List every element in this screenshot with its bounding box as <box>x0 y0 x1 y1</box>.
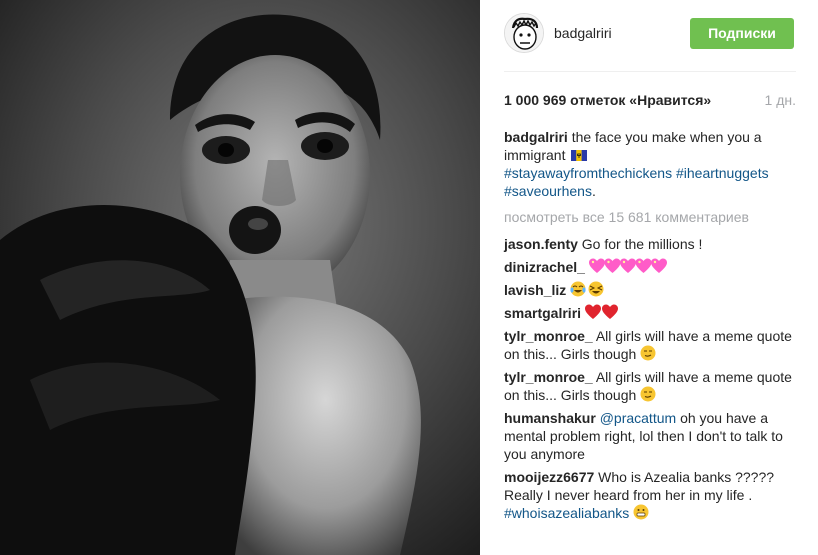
comment-item: lavish_liz <box>504 281 796 299</box>
post-photo-image <box>0 0 480 555</box>
red-heart-icon <box>584 304 618 319</box>
comment-text: Go for the millions ! <box>581 236 703 252</box>
comment-item: tylr_monroe_ All girls will have a meme … <box>504 327 796 363</box>
comment-item: tylr_monroe_ All girls will have a meme … <box>504 368 796 404</box>
comment-username[interactable]: jason.fenty <box>504 236 578 252</box>
post-photo[interactable] <box>0 0 480 555</box>
post-header: badgalriri Подписки <box>504 12 796 54</box>
tears-of-joy-emoji-icon <box>570 281 604 297</box>
comment-username[interactable]: humanshakur <box>504 410 596 426</box>
comment-username[interactable]: mooijezz6677 <box>504 469 594 485</box>
sparkling-hearts-icon <box>588 258 667 273</box>
likes-count[interactable]: 1 000 969 отметок «Нравится» <box>504 92 711 108</box>
mention-link[interactable]: @pracattum <box>600 410 676 426</box>
post-age[interactable]: 1 дн. <box>765 92 796 108</box>
view-all-comments-link[interactable]: посмотреть все 15 681 комментариев <box>504 208 796 226</box>
comment-item: dinizrachel_ <box>504 258 796 276</box>
comment-item: jason.fenty Go for the millions ! <box>504 235 796 253</box>
smiling-face-emoji-icon <box>640 386 656 402</box>
hashtag-link[interactable]: #iheartnuggets <box>676 165 769 181</box>
post-side-panel: badgalriri Подписки 1 000 969 отметок «Н… <box>480 0 818 555</box>
post-username[interactable]: badgalriri <box>554 25 690 41</box>
hashtag-link[interactable]: #saveourhens <box>504 183 592 199</box>
hashtag-link[interactable]: #whoisazealiabanks <box>504 505 629 521</box>
comment-item: smartgalriri <box>504 304 796 322</box>
header-divider <box>504 71 796 72</box>
comments-list: badgalriri the face you make when you a … <box>504 128 796 527</box>
caption: badgalriri the face you make when you a … <box>504 128 796 200</box>
grimacing-face-emoji-icon <box>633 504 649 520</box>
comment-username[interactable]: lavish_liz <box>504 282 566 298</box>
follow-button[interactable]: Подписки <box>690 17 794 49</box>
cartoon-face-avatar-icon <box>505 14 543 52</box>
barbados-flag-icon <box>571 150 588 161</box>
hashtag-link[interactable]: #stayawayfromthechickens <box>504 165 672 181</box>
comment-item: humanshakur @pracattum oh you have a men… <box>504 409 796 463</box>
comment-username[interactable]: dinizrachel_ <box>504 259 585 275</box>
comment-username[interactable]: tylr_monroe_ <box>504 328 593 344</box>
comment-item: mooijezz6677 Who is Azealia banks ????? … <box>504 468 796 522</box>
avatar[interactable] <box>504 13 544 53</box>
comment-username[interactable]: smartgalriri <box>504 305 581 321</box>
caption-username[interactable]: badgalriri <box>504 129 568 145</box>
smiling-face-emoji-icon <box>640 345 656 361</box>
caption-end: . <box>591 183 596 199</box>
comment-username[interactable]: tylr_monroe_ <box>504 369 593 385</box>
likes-row: 1 000 969 отметок «Нравится» 1 дн. <box>504 92 796 108</box>
